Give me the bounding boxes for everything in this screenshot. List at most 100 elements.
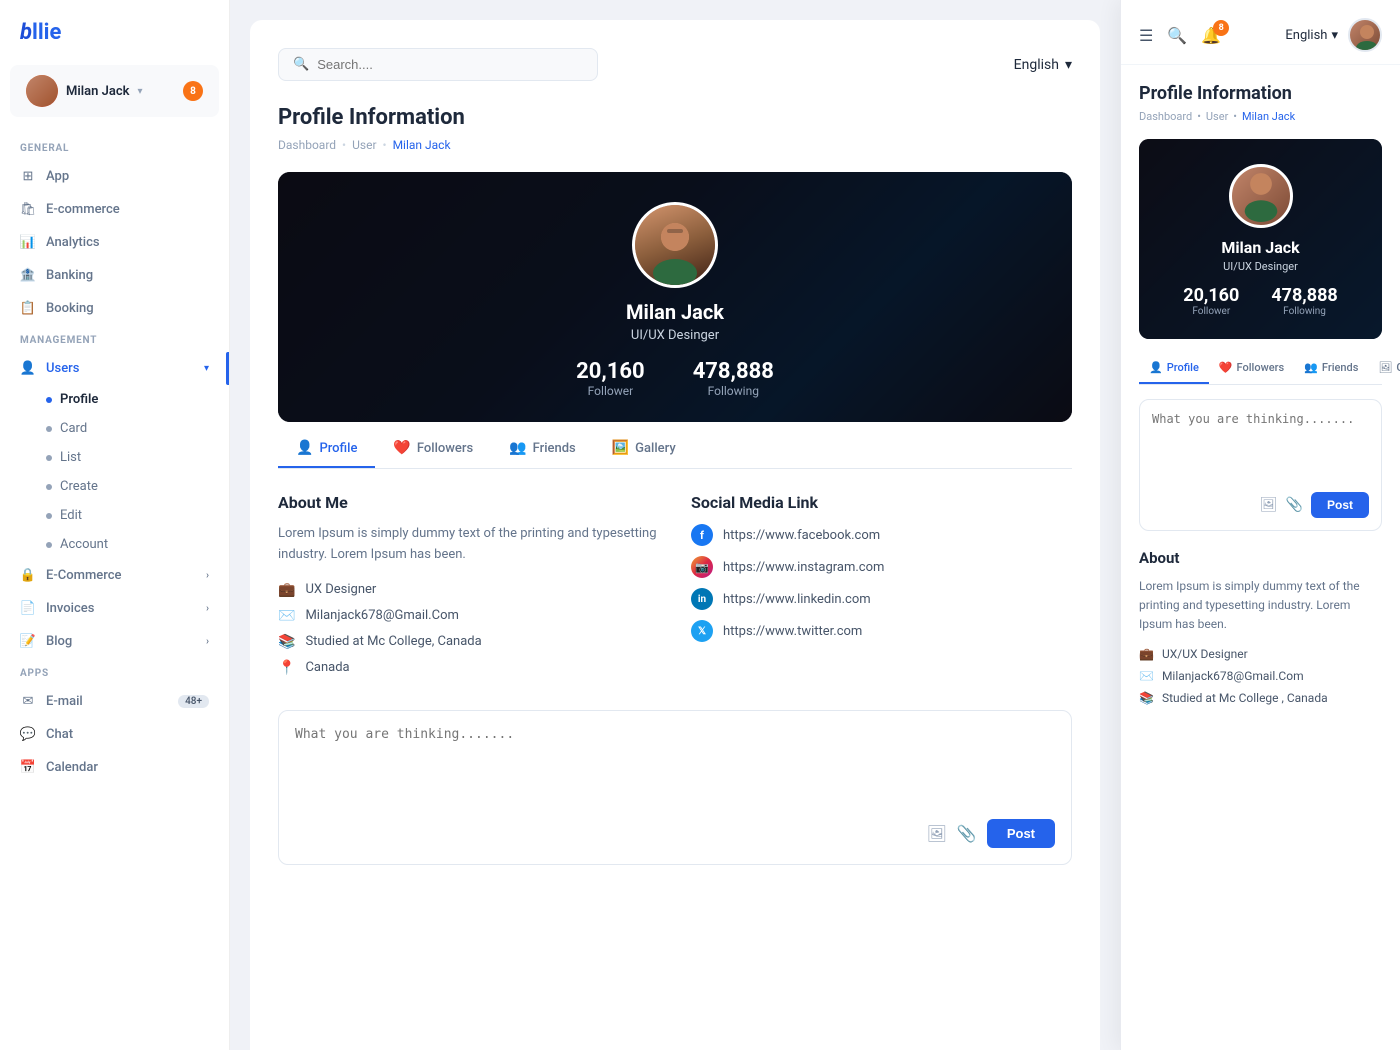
social-section: Social Media Link f https://www.facebook… <box>691 493 1072 686</box>
rp-post-button[interactable]: Post <box>1311 492 1369 518</box>
tab-profile[interactable]: 👤 Profile <box>278 430 375 468</box>
instagram-icon: 📷 <box>691 556 713 578</box>
about-email: ✉️ Milanjack678@Gmail.Com <box>278 608 659 624</box>
sidebar-item-email[interactable]: ✉ E-mail 48+ <box>0 685 229 718</box>
sidebar-sub-item-create[interactable]: Create <box>46 472 229 501</box>
post-textarea[interactable] <box>295 727 1055 807</box>
image-upload-icon[interactable]: 🖼 <box>927 824 947 843</box>
tab-followers-label: Followers <box>417 441 473 456</box>
rp-followers-tab-icon: ❤️ <box>1219 361 1233 374</box>
hamburger-icon[interactable]: ☰ <box>1139 26 1153 45</box>
tab-followers[interactable]: ❤️ Followers <box>375 430 491 468</box>
rp-search-icon[interactable]: 🔍 <box>1167 26 1187 45</box>
rp-post-textarea[interactable] <box>1152 412 1369 482</box>
rp-attachment-icon[interactable]: 📎 <box>1286 497 1303 513</box>
cover-content: Milan Jack UI/UX Desinger 20,160 Followe… <box>278 172 1072 422</box>
sidebar-sub-item-account[interactable]: Account <box>46 530 229 559</box>
chevron-down-icon: ▾ <box>1065 57 1072 73</box>
rp-following-label: Following <box>1283 306 1326 317</box>
search-input[interactable] <box>317 57 583 72</box>
rp-about-title: About <box>1139 549 1382 567</box>
breadcrumb-current: Milan Jack <box>393 138 451 152</box>
sidebar-sub-item-profile[interactable]: Profile <box>46 385 229 414</box>
breadcrumb-dashboard[interactable]: Dashboard <box>278 138 336 152</box>
profile-tab-icon: 👤 <box>296 440 313 456</box>
grid-icon: ⊞ <box>20 169 36 184</box>
rp-language-selector[interactable]: English ▾ <box>1285 28 1338 43</box>
rp-cover-content: Milan Jack UI/UX Desinger 20,160 Followe… <box>1139 144 1382 335</box>
sidebar-item-label: Users <box>46 361 79 376</box>
rp-language-label: English <box>1285 28 1327 43</box>
sidebar-item-analytics[interactable]: 📊 Analytics <box>0 226 229 259</box>
sidebar-sub-item-edit[interactable]: Edit <box>46 501 229 530</box>
sidebar-sub-item-card[interactable]: Card <box>46 414 229 443</box>
rp-about-job: 💼 UX/UX Designer <box>1139 647 1382 661</box>
tab-profile-label: Profile <box>319 441 357 456</box>
social-instagram[interactable]: 📷 https://www.instagram.com <box>691 556 1072 578</box>
rp-job-icon: 💼 <box>1139 647 1154 661</box>
rp-cover-stats: 20,160 Follower 478,888 Following <box>1183 285 1337 317</box>
rp-breadcrumb-dashboard[interactable]: Dashboard <box>1139 110 1192 123</box>
sidebar-item-booking[interactable]: 📋 Booking <box>0 292 229 325</box>
rp-tab-profile[interactable]: 👤 Profile <box>1139 353 1209 384</box>
shopping-icon: 🛍 <box>20 202 36 217</box>
rp-following-stat: 478,888 Following <box>1271 285 1337 317</box>
post-button[interactable]: Post <box>987 819 1055 848</box>
sidebar-item-label: Calendar <box>46 760 98 775</box>
rp-about-email: ✉️ Milanjack678@Gmail.Com <box>1139 669 1382 683</box>
sidebar-item-app[interactable]: ⊞ App <box>0 160 229 193</box>
sidebar-item-chat[interactable]: 💬 Chat <box>0 718 229 751</box>
calendar-icon: 📅 <box>20 760 36 775</box>
rp-tab-friends-label: Friends <box>1322 361 1359 374</box>
social-facebook[interactable]: f https://www.facebook.com <box>691 524 1072 546</box>
post-box: 🖼 📎 Post <box>278 710 1072 865</box>
sidebar-item-banking[interactable]: 🏦 Banking <box>0 259 229 292</box>
sidebar-item-blog[interactable]: 📝 Blog › <box>0 625 229 658</box>
sidebar-item-users[interactable]: 👤 Users ▾ <box>0 352 229 385</box>
chevron-down-icon: ▾ <box>137 86 142 97</box>
follower-count: 20,160 <box>576 359 645 384</box>
sidebar-item-label: E-mail <box>46 694 83 709</box>
rp-tab-gallery[interactable]: 🖼 Gallery <box>1368 353 1400 384</box>
sidebar-item-ecommerce[interactable]: 🛍 E-commerce <box>0 193 229 226</box>
sidebar-item-ecommerce2[interactable]: 🔒 E-Commerce › <box>0 559 229 592</box>
users-submenu: Profile Card List Create Edit Account <box>0 385 229 559</box>
rp-image-icon[interactable]: 🖼 <box>1260 497 1278 513</box>
rp-following-count: 478,888 <box>1271 285 1337 306</box>
submenu-label: Profile <box>60 392 98 407</box>
rp-content: Profile Information Dashboard • User • M… <box>1121 65 1400 731</box>
dot-icon <box>46 484 52 490</box>
twitter-url: https://www.twitter.com <box>723 624 862 639</box>
about-education-text: Studied at Mc College, Canada <box>305 634 481 649</box>
twitter-icon: 𝕏 <box>691 620 713 642</box>
language-selector[interactable]: English ▾ <box>1014 57 1072 73</box>
attachment-icon[interactable]: 📎 <box>957 824 977 843</box>
rp-tab-followers[interactable]: ❤️ Followers <box>1209 353 1294 384</box>
location-icon: 📍 <box>278 660 295 676</box>
rp-tab-friends[interactable]: 👥 Friends <box>1294 353 1368 384</box>
mail-icon: ✉ <box>20 694 36 709</box>
social-twitter[interactable]: 𝕏 https://www.twitter.com <box>691 620 1072 642</box>
sidebar-item-invoices[interactable]: 📄 Invoices › <box>0 592 229 625</box>
rp-header: ☰ 🔍 🔔 8 English ▾ <box>1121 0 1400 65</box>
rp-breadcrumb-user[interactable]: User <box>1206 110 1228 123</box>
social-linkedin[interactable]: in https://www.linkedin.com <box>691 588 1072 610</box>
rp-email-icon: ✉️ <box>1139 669 1154 683</box>
dot-icon <box>46 542 52 548</box>
sidebar-item-calendar[interactable]: 📅 Calendar <box>0 751 229 784</box>
rp-post-box: 🖼 📎 Post <box>1139 399 1382 531</box>
user-menu[interactable]: Milan Jack ▾ 8 <box>10 65 219 117</box>
app-logo: bolliellie <box>0 20 229 65</box>
chat-icon: 💬 <box>20 727 36 742</box>
search-bar[interactable]: 🔍 <box>278 48 598 81</box>
sidebar: bolliellie Milan Jack ▾ 8 GENERAL ⊞ App … <box>0 0 230 1050</box>
rp-avatar <box>1348 18 1382 52</box>
tab-friends[interactable]: 👥 Friends <box>491 430 594 468</box>
sidebar-sub-item-list[interactable]: List <box>46 443 229 472</box>
breadcrumb: Dashboard • User • Milan Jack <box>278 138 1072 152</box>
about-job-text: UX Designer <box>305 582 376 597</box>
bank-icon: 🏦 <box>20 268 36 283</box>
tab-gallery[interactable]: 🖼️ Gallery <box>594 430 694 468</box>
breadcrumb-user[interactable]: User <box>352 138 376 152</box>
facebook-url: https://www.facebook.com <box>723 528 880 543</box>
